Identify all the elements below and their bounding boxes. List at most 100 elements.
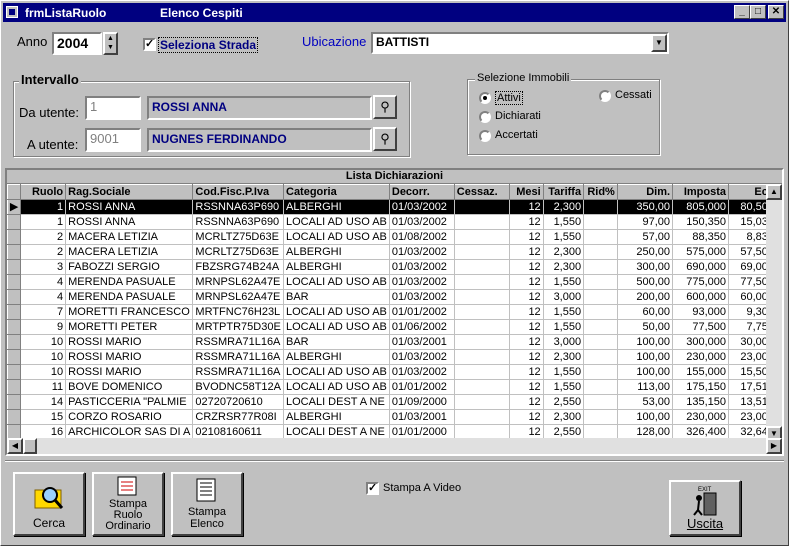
row-selector[interactable] — [7, 364, 22, 380]
ubicazione-combo[interactable]: BATTISTI ▼ — [371, 32, 669, 54]
row-selector[interactable] — [7, 319, 22, 335]
table-cell[interactable]: 11 — [20, 379, 67, 395]
table-cell[interactable]: BVODNC58T12A — [192, 379, 284, 395]
table-cell[interactable]: 775,000 — [672, 274, 730, 290]
column-header[interactable]: Tariffa — [542, 184, 585, 200]
table-cell[interactable]: MACERA LETIZIA — [65, 244, 194, 260]
table-cell[interactable] — [583, 259, 618, 275]
table-row[interactable]: ▶ 1 ROSSI ANNA RSSNNA63P690 ALBERGHI 01/03/20… — [7, 199, 782, 215]
table-cell[interactable]: 1,550 — [543, 214, 585, 230]
table-cell[interactable]: FBZSRG74B24A — [192, 259, 284, 275]
table-cell[interactable]: LOCALI DEST A NE — [283, 394, 390, 410]
table-cell[interactable]: 3 — [20, 259, 67, 275]
table-cell[interactable]: 77,500 — [672, 319, 730, 335]
table-cell[interactable]: LOCALI AD USO AB — [283, 229, 390, 245]
table-cell[interactable]: 2,300 — [543, 409, 585, 425]
table-cell[interactable] — [583, 409, 618, 425]
cessati-label[interactable]: Cessati — [615, 89, 652, 101]
table-cell[interactable]: 1 — [20, 214, 67, 230]
scroll-right-icon[interactable]: ▶ — [766, 438, 782, 454]
table-cell[interactable]: 2,550 — [543, 394, 585, 410]
table-cell[interactable]: 690,000 — [672, 259, 730, 275]
table-cell[interactable] — [454, 379, 510, 395]
table-cell[interactable]: 12 — [509, 409, 544, 425]
column-header[interactable]: Cod.Fisc.P.Iva — [192, 184, 284, 200]
table-cell[interactable]: 12 — [509, 229, 544, 245]
table-cell[interactable]: 12 — [509, 244, 544, 260]
table-cell[interactable]: 12 — [509, 199, 544, 215]
table-cell[interactable]: 01/01/2002 — [389, 379, 455, 395]
table-cell[interactable]: 600,000 — [672, 289, 730, 305]
table-cell[interactable] — [583, 199, 618, 215]
stampa-video-label[interactable]: Stampa A Video — [383, 482, 461, 494]
table-cell[interactable]: 97,00 — [617, 214, 674, 230]
table-cell[interactable]: MCRLTZ75D63E — [192, 229, 284, 245]
table-cell[interactable]: 01/03/2002 — [389, 214, 455, 230]
table-cell[interactable]: RSSNNA63P690 — [192, 214, 284, 230]
chevron-down-icon[interactable]: ▼ — [651, 34, 667, 52]
table-cell[interactable]: MRTFNC76H23L — [192, 304, 284, 320]
table-cell[interactable]: 01/09/2000 — [389, 394, 455, 410]
table-cell[interactable]: ALBERGHI — [283, 409, 390, 425]
table-cell[interactable]: 01/03/2001 — [389, 334, 455, 350]
table-cell[interactable]: ALBERGHI — [283, 349, 390, 365]
table-cell[interactable]: 12 — [509, 274, 544, 290]
anno-input[interactable]: 2004 — [52, 32, 102, 55]
table-cell[interactable]: 1,550 — [543, 304, 585, 320]
scroll-up-icon[interactable]: ▲ — [766, 184, 782, 200]
table-cell[interactable]: 01/03/2002 — [389, 259, 455, 275]
spin-up-icon[interactable]: ▲ — [105, 34, 116, 43]
table-cell[interactable]: 3,000 — [543, 334, 585, 350]
table-cell[interactable] — [454, 409, 510, 425]
table-cell[interactable]: 10 — [20, 349, 67, 365]
seleziona-strada-checkbox[interactable]: ✓ — [143, 38, 156, 51]
da-utente-code[interactable]: 1 — [85, 96, 141, 120]
table-cell[interactable]: 9 — [20, 319, 67, 335]
table-cell[interactable]: 01/03/2002 — [389, 364, 455, 380]
table-cell[interactable]: 175,150 — [672, 379, 730, 395]
table-cell[interactable]: LOCALI AD USO AB — [283, 304, 390, 320]
table-cell[interactable] — [583, 319, 618, 335]
table-cell[interactable]: MORETTI FRANCESCO — [65, 304, 194, 320]
table-row[interactable]: 2 MACERA LETIZIA MCRLTZ75D63E ALBERGHI 01/03… — [7, 244, 782, 260]
attivi-label[interactable]: Attivi — [495, 91, 523, 105]
table-cell[interactable]: 10 — [20, 334, 67, 350]
row-selector[interactable] — [7, 379, 22, 395]
table-cell[interactable]: 2,300 — [543, 244, 585, 260]
app-icon[interactable] — [6, 6, 18, 18]
table-cell[interactable]: 15 — [20, 409, 67, 425]
table-row[interactable]: 11 BOVE DOMENICO BVODNC58T12A LOCALI AD USO… — [7, 379, 782, 395]
table-cell[interactable]: 12 — [509, 214, 544, 230]
table-cell[interactable]: FABOZZI SERGIO — [65, 259, 194, 275]
table-cell[interactable]: 1,550 — [543, 364, 585, 380]
table-cell[interactable] — [583, 349, 618, 365]
table-cell[interactable]: 2 — [20, 229, 67, 245]
table-cell[interactable]: ROSSI ANNA — [65, 199, 194, 215]
table-cell[interactable] — [583, 379, 618, 395]
table-cell[interactable] — [583, 214, 618, 230]
table-row[interactable]: 15 CORZO ROSARIO CRZRSR77R08I ALBERGHI 01/03… — [7, 409, 782, 425]
table-cell[interactable]: 12 — [509, 304, 544, 320]
table-cell[interactable]: 200,00 — [617, 289, 674, 305]
table-cell[interactable]: ALBERGHI — [283, 244, 390, 260]
table-cell[interactable] — [454, 334, 510, 350]
table-cell[interactable]: LOCALI AD USO AB — [283, 319, 390, 335]
table-cell[interactable]: 53,00 — [617, 394, 674, 410]
row-selector[interactable] — [7, 244, 22, 260]
table-cell[interactable]: 01/03/2002 — [389, 244, 455, 260]
table-cell[interactable]: 575,000 — [672, 244, 730, 260]
table-cell[interactable]: 1,550 — [543, 379, 585, 395]
column-header[interactable]: Cessaz. — [453, 184, 510, 200]
table-cell[interactable]: 100,00 — [617, 409, 674, 425]
table-cell[interactable]: MACERA LETIZIA — [65, 229, 194, 245]
radio-cessati[interactable] — [599, 90, 611, 102]
table-cell[interactable]: 150,350 — [672, 214, 730, 230]
table-row[interactable]: 10 ROSSI MARIO RSSMRA71L16A ALBERGHI 01/03/2… — [7, 349, 782, 365]
table-cell[interactable]: 93,000 — [672, 304, 730, 320]
table-cell[interactable]: 02720720610 — [192, 394, 284, 410]
table-cell[interactable]: 113,00 — [617, 379, 674, 395]
dichiarati-label[interactable]: Dichiarati — [495, 110, 541, 122]
anno-spinner[interactable]: ▲ ▼ — [103, 32, 118, 55]
row-selector[interactable] — [7, 229, 22, 245]
table-cell[interactable]: ROSSI MARIO — [65, 349, 194, 365]
